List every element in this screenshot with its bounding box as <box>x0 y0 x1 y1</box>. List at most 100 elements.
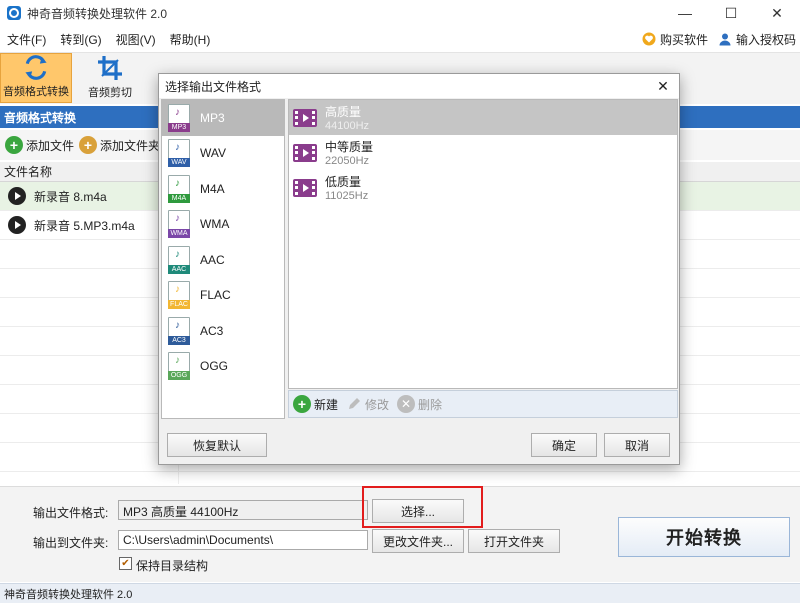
minimize-button[interactable]: — <box>662 0 708 26</box>
film-icon <box>293 178 317 197</box>
maximize-button[interactable]: ☐ <box>708 0 754 26</box>
quality-rate: 11025Hz <box>325 190 369 202</box>
format-item-wma[interactable]: ♪ WMA WMA <box>162 207 284 243</box>
quality-name: 高质量 <box>325 105 362 119</box>
delete-quality-button[interactable]: ✕ 删除 <box>397 395 442 413</box>
ogg-file-icon: ♪ OGG <box>168 352 190 381</box>
reset-default-button[interactable]: 恢复默认 <box>167 433 267 457</box>
tool-audio-cut-label: 音频剪切 <box>88 87 132 99</box>
add-file-icon: + <box>5 136 23 154</box>
file-name: 新录音 8.m4a <box>34 189 107 204</box>
start-convert-button[interactable]: 开始转换 <box>618 517 790 557</box>
quality-name: 低质量 <box>325 175 362 189</box>
mp3-file-icon: ♪ MP3 <box>168 103 190 132</box>
menu-help[interactable]: 帮助(H) <box>163 31 218 48</box>
file-name: 新录音 5.MP3.m4a <box>34 218 135 233</box>
output-format-field[interactable]: MP3 高质量 44100Hz <box>118 500 368 520</box>
open-folder-button[interactable]: 打开文件夹 <box>468 529 560 553</box>
format-item-aac[interactable]: ♪ AAC AAC <box>162 242 284 278</box>
add-file-button[interactable]: + 添加文件 <box>5 136 74 154</box>
status-bar: 神奇音频转换处理软件 2.0 <box>0 583 800 603</box>
section-title: 音频格式转换 <box>4 110 77 125</box>
film-icon <box>293 143 317 162</box>
format-label: M4A <box>200 181 225 196</box>
ac3-file-icon: ♪ AC3 <box>168 316 190 345</box>
edit-quality-button[interactable]: 修改 <box>346 396 389 413</box>
dialog-title: 选择输出文件格式 <box>165 79 262 94</box>
new-quality-button[interactable]: + 新建 <box>293 395 338 413</box>
cancel-button[interactable]: 取消 <box>604 433 670 457</box>
tool-audio-convert[interactable]: 音频格式转换 <box>0 53 72 103</box>
status-text: 神奇音频转换处理软件 2.0 <box>4 588 133 601</box>
delete-label: 删除 <box>418 397 443 412</box>
format-label: OGG <box>200 359 229 374</box>
keep-structure-checkbox[interactable]: ✔ <box>119 557 132 570</box>
add-folder-button[interactable]: + 添加文件夹 <box>79 136 160 154</box>
format-label: AAC <box>200 252 225 267</box>
heart-badge-icon <box>642 32 656 46</box>
license-label: 输入授权码 <box>735 32 796 47</box>
format-item-m4a[interactable]: ♪ M4A M4A <box>162 171 284 207</box>
new-label: 新建 <box>314 397 339 412</box>
menu-file[interactable]: 文件(F) <box>0 31 53 48</box>
file-name-column-header: 文件名称 <box>4 165 53 179</box>
keep-structure-label: 保持目录结构 <box>136 559 209 573</box>
tool-audio-convert-label: 音频格式转换 <box>3 86 69 98</box>
quality-item-high[interactable]: 高质量 44100Hz <box>289 100 677 135</box>
license-link[interactable]: 输入授权码 <box>718 31 796 48</box>
quality-rate: 22050Hz <box>325 155 370 167</box>
wav-file-icon: ♪ WAV <box>168 139 190 168</box>
format-list: ♪ MP3 MP3 ♪ WAV WAV ♪ M4A M4A ♪ WMA WMA ♪ AAC… <box>161 99 285 419</box>
buy-software-link[interactable]: 购买软件 <box>642 31 708 48</box>
play-icon[interactable] <box>8 216 26 234</box>
format-dialog: 选择输出文件格式 ✕ ♪ MP3 MP3 ♪ WAV WAV ♪ M4A M4A ♪ W… <box>158 73 680 465</box>
output-folder-label: 输出到文件夹: <box>33 536 109 550</box>
quality-actions-bar: + 新建 修改 ✕ 删除 <box>288 390 678 418</box>
highlight-box <box>362 486 483 528</box>
title-bar: 神奇音频转换处理软件 2.0 — ☐ ✕ <box>0 0 800 26</box>
play-icon[interactable] <box>8 187 26 205</box>
ok-button[interactable]: 确定 <box>531 433 597 457</box>
add-folder-icon: + <box>79 136 98 154</box>
menu-goto[interactable]: 转到(G) <box>53 31 108 48</box>
flac-file-icon: ♪ FLAC <box>168 281 190 310</box>
tool-audio-cut[interactable]: 音频剪切 <box>74 53 146 103</box>
buy-software-label: 购买软件 <box>659 32 708 47</box>
quality-list: 高质量 44100Hz 中等质量 22050Hz 低质量 11025Hz <box>288 99 678 389</box>
app-logo-icon <box>7 6 21 20</box>
dialog-title-bar: 选择输出文件格式 ✕ <box>159 74 679 98</box>
format-item-ac3[interactable]: ♪ AC3 AC3 <box>162 313 284 349</box>
close-button[interactable]: ✕ <box>754 0 800 26</box>
format-item-ogg[interactable]: ♪ OGG OGG <box>162 349 284 385</box>
menu-right-links: 购买软件 输入授权码 <box>642 28 796 50</box>
user-icon <box>719 33 731 46</box>
film-icon <box>293 108 317 127</box>
edit-label: 修改 <box>365 397 390 412</box>
format-label: AC3 <box>200 323 224 338</box>
format-item-mp3[interactable]: ♪ MP3 MP3 <box>162 100 284 136</box>
format-label: WAV <box>200 146 226 161</box>
quality-rate: 44100Hz <box>325 120 370 132</box>
quality-item-medium[interactable]: 中等质量 22050Hz <box>289 135 677 170</box>
window-title: 神奇音频转换处理软件 2.0 <box>27 6 168 21</box>
wma-file-icon: ♪ WMA <box>168 210 190 239</box>
convert-icon <box>25 55 47 80</box>
pencil-icon <box>349 398 361 409</box>
window-controls: — ☐ ✕ <box>662 0 800 26</box>
plus-icon: + <box>293 395 311 413</box>
dialog-close-button[interactable]: ✕ <box>653 76 673 96</box>
format-item-flac[interactable]: ♪ FLAC FLAC <box>162 278 284 314</box>
add-folder-label: 添加文件夹 <box>100 138 161 153</box>
format-label: WMA <box>200 217 230 232</box>
quality-item-low[interactable]: 低质量 11025Hz <box>289 170 677 205</box>
format-item-wav[interactable]: ♪ WAV WAV <box>162 136 284 172</box>
output-folder-field[interactable]: C:\Users\admin\Documents\ <box>118 530 368 550</box>
change-folder-button[interactable]: 更改文件夹... <box>372 529 464 553</box>
format-label: MP3 <box>200 110 225 125</box>
m4a-file-icon: ♪ M4A <box>168 174 190 203</box>
add-file-label: 添加文件 <box>26 138 75 153</box>
aac-file-icon: ♪ AAC <box>168 245 190 274</box>
menu-view[interactable]: 视图(V) <box>109 31 163 48</box>
menu-bar: 文件(F) 转到(G) 视图(V) 帮助(H) 购买软件 输入授权码 <box>0 28 800 50</box>
format-label: FLAC <box>200 288 231 303</box>
